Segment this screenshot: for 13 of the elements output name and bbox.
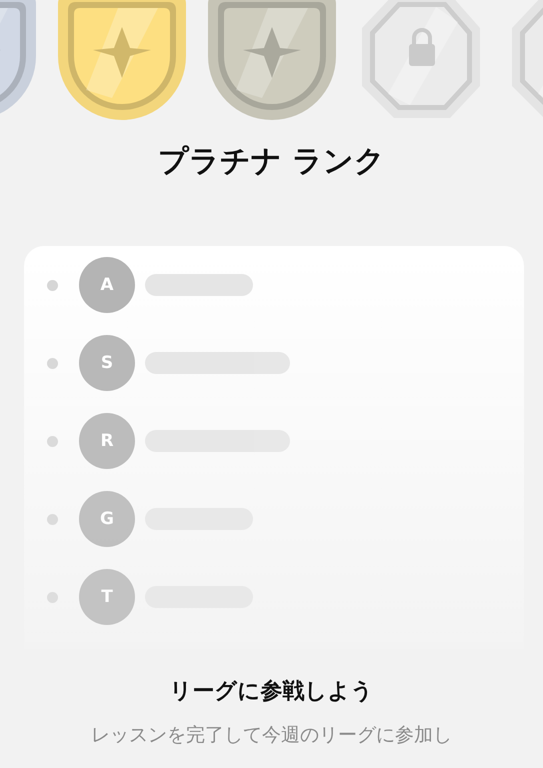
rank-dot-icon xyxy=(47,436,58,446)
avatar: R xyxy=(79,413,135,469)
prompt-title: リーグに参戦しよう xyxy=(168,678,374,706)
avatar: T xyxy=(79,569,135,625)
rank-dot-icon xyxy=(47,358,58,368)
rank-dot-icon xyxy=(47,592,58,602)
rank-dot-icon xyxy=(47,514,58,524)
prompt-subtitle: レッスンを完了して今週のリーグに参加し xyxy=(90,723,453,748)
rank-dot-icon xyxy=(47,280,58,290)
avatar: G xyxy=(79,491,135,547)
rank-title: プラチナ ランク xyxy=(156,143,386,181)
avatar: S xyxy=(79,335,135,391)
avatar: A xyxy=(79,257,135,313)
